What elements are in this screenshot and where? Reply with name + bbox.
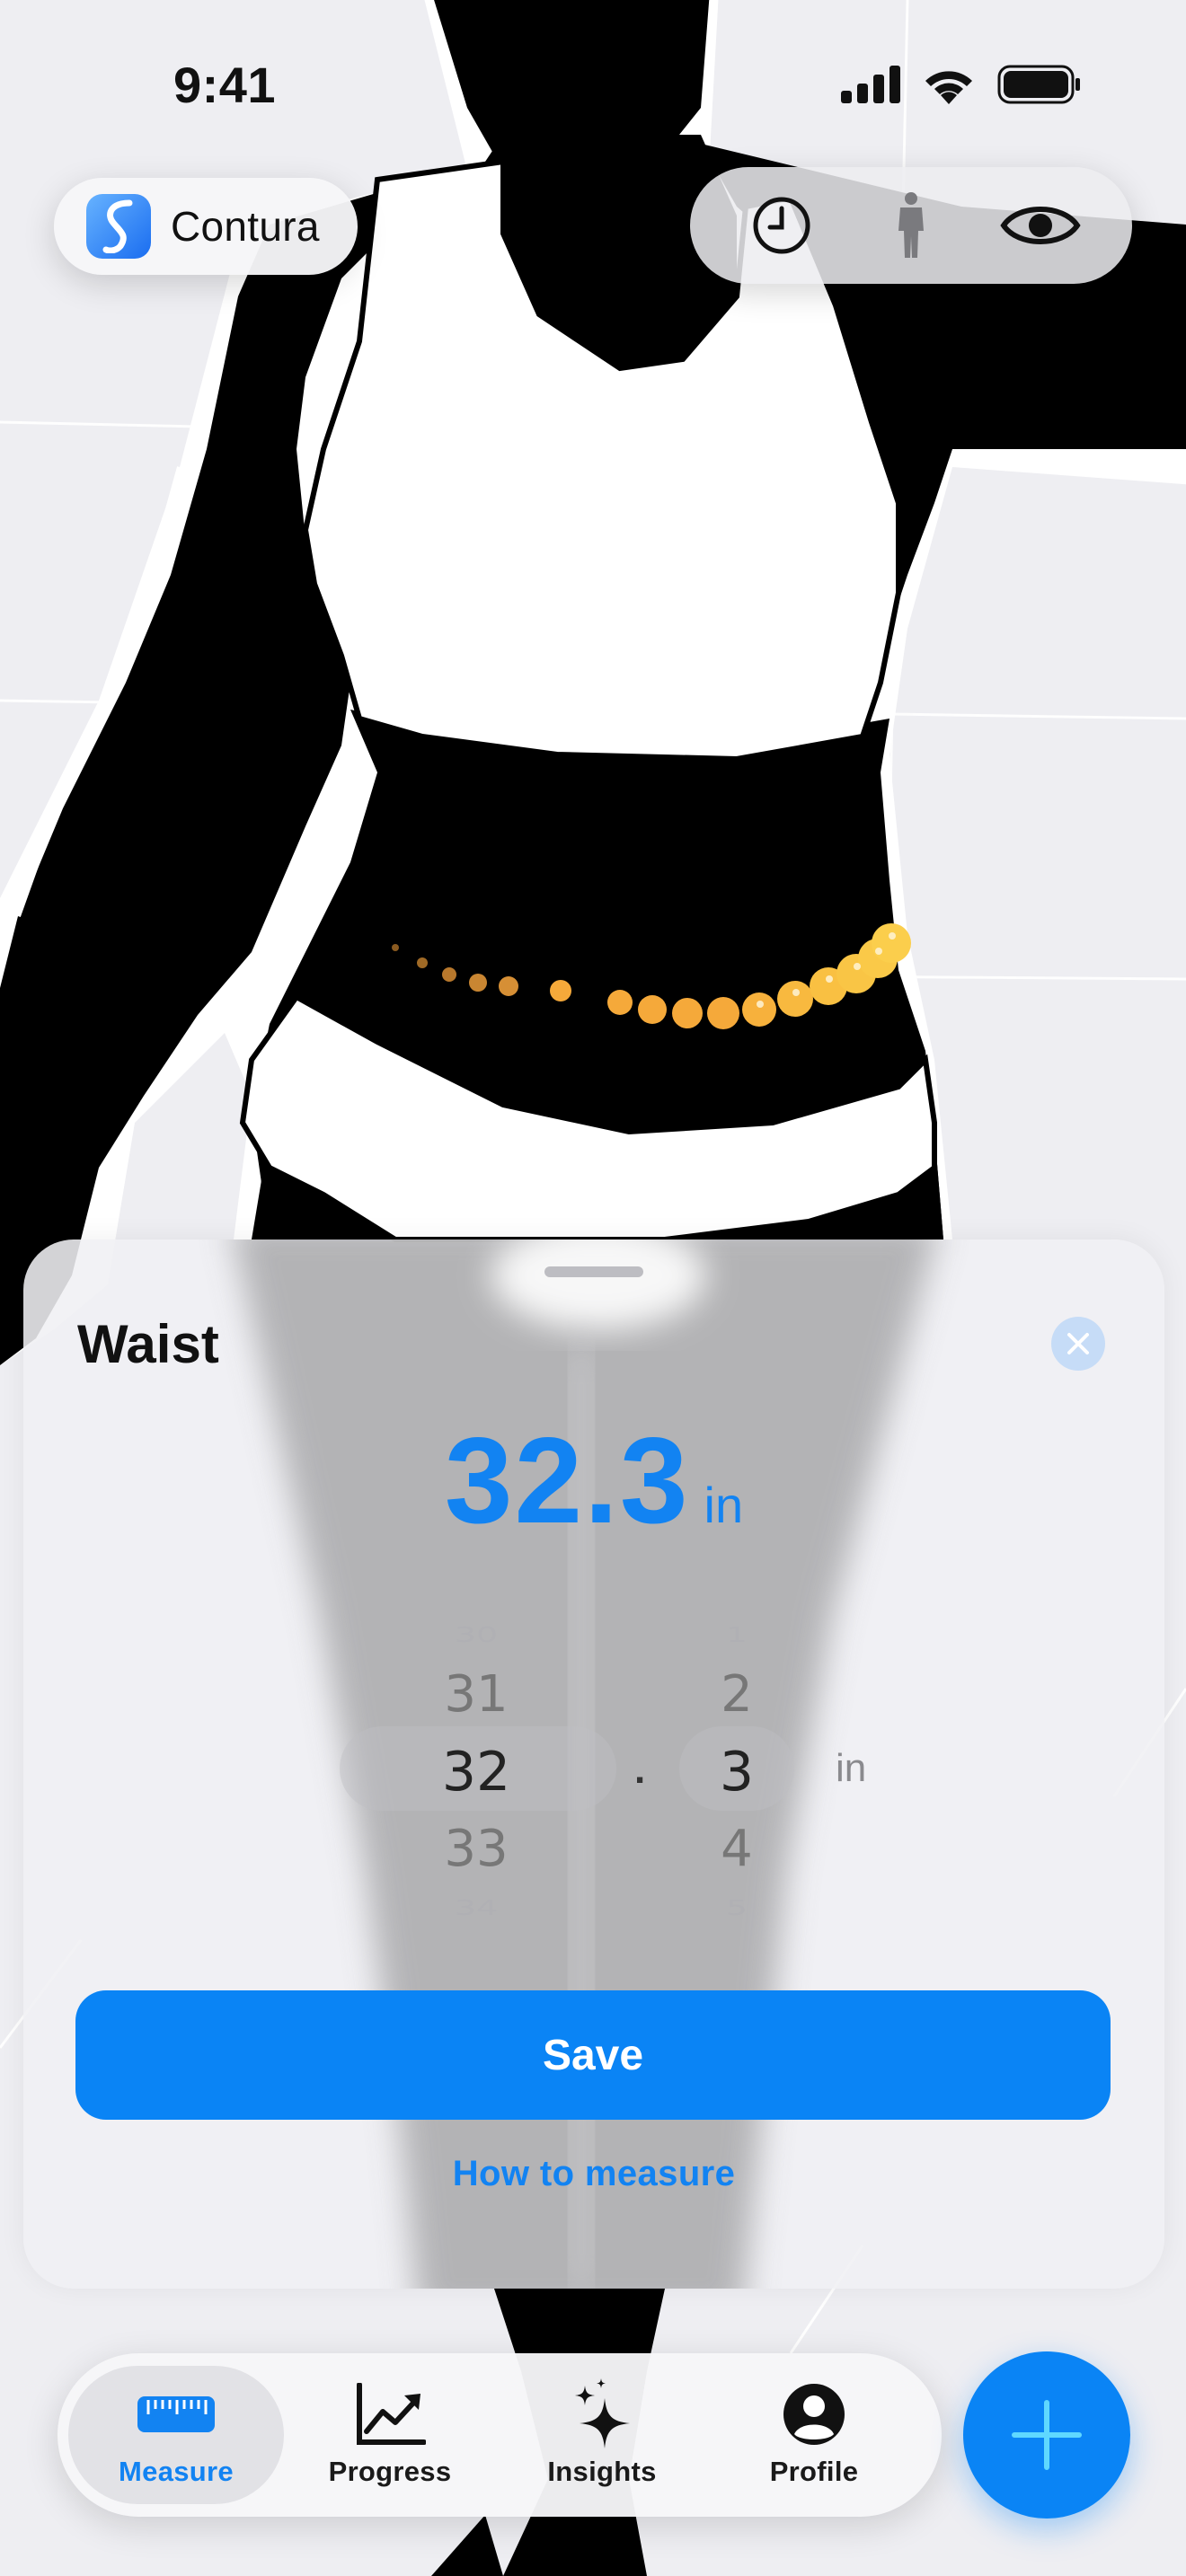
tab-progress[interactable]: Progress — [282, 2366, 498, 2504]
decimal-separator: . — [634, 1748, 646, 1792]
picker-option[interactable]: 2 — [665, 1665, 809, 1724]
clock-history-icon — [753, 197, 810, 254]
picker-option[interactable]: 5 — [665, 1896, 809, 1919]
save-button[interactable]: Save — [75, 1990, 1111, 2120]
picker-option[interactable]: 31 — [404, 1665, 548, 1724]
chart-line-icon — [357, 2383, 426, 2445]
view-controls — [690, 167, 1132, 284]
battery-icon — [997, 65, 1080, 104]
picker-option[interactable]: 4 — [665, 1820, 809, 1878]
history-button[interactable] — [737, 181, 827, 270]
picker-unit-label: in — [836, 1746, 867, 1790]
app-switcher-chip[interactable]: Contura — [54, 178, 358, 275]
app-screen: 9:41 Contura Waist 32.3 in 30 31 32 33 3… — [0, 0, 1186, 2576]
how-to-measure-link[interactable]: How to measure — [23, 2154, 1164, 2194]
contura-logo-icon — [86, 194, 151, 259]
body-figure-icon — [898, 192, 924, 258]
body-view-button[interactable] — [866, 181, 956, 270]
tab-label: Progress — [328, 2456, 452, 2487]
sheet-grabber[interactable] — [544, 1266, 643, 1277]
sheet-title: Waist — [77, 1314, 219, 1374]
tab-bar: Measure Progress Insights Profile — [58, 2353, 942, 2517]
picker-option[interactable]: 34 — [404, 1896, 548, 1919]
measurement-sheet: Waist 32.3 in 30 31 32 33 34 . 1 2 3 4 5 — [23, 1239, 1164, 2289]
status-time: 9:41 — [173, 57, 277, 113]
close-icon — [1067, 1333, 1089, 1354]
eye-icon — [1000, 207, 1081, 244]
plus-icon — [1012, 2400, 1082, 2470]
tab-insights[interactable]: Insights — [494, 2366, 710, 2504]
tab-measure[interactable]: Measure — [68, 2366, 284, 2504]
measurement-unit: in — [704, 1477, 744, 1533]
close-button[interactable] — [1051, 1317, 1105, 1371]
add-measurement-button[interactable] — [963, 2351, 1130, 2519]
person-circle-icon — [783, 2384, 845, 2445]
measurement-readout: 32.3 in — [23, 1410, 1164, 1554]
picker-selected-decimal[interactable]: 3 — [665, 1741, 809, 1804]
picker-option[interactable]: 30 — [404, 1623, 548, 1646]
tab-profile[interactable]: Profile — [706, 2366, 922, 2504]
picker-selected-whole[interactable]: 32 — [404, 1741, 548, 1804]
sparkles-icon — [575, 2378, 630, 2448]
app-name: Contura — [171, 203, 320, 250]
tab-label: Measure — [119, 2456, 234, 2487]
measurement-value: 32.3 — [444, 1412, 690, 1548]
picker-option[interactable]: 1 — [665, 1623, 809, 1646]
ruler-icon — [137, 2396, 215, 2432]
tab-label: Insights — [547, 2456, 657, 2487]
status-icons — [841, 65, 1082, 104]
visibility-button[interactable] — [996, 181, 1085, 270]
tab-label: Profile — [769, 2456, 859, 2487]
picker-option[interactable]: 33 — [404, 1820, 548, 1878]
cellular-signal-icon — [841, 66, 900, 103]
wifi-icon — [925, 71, 972, 104]
